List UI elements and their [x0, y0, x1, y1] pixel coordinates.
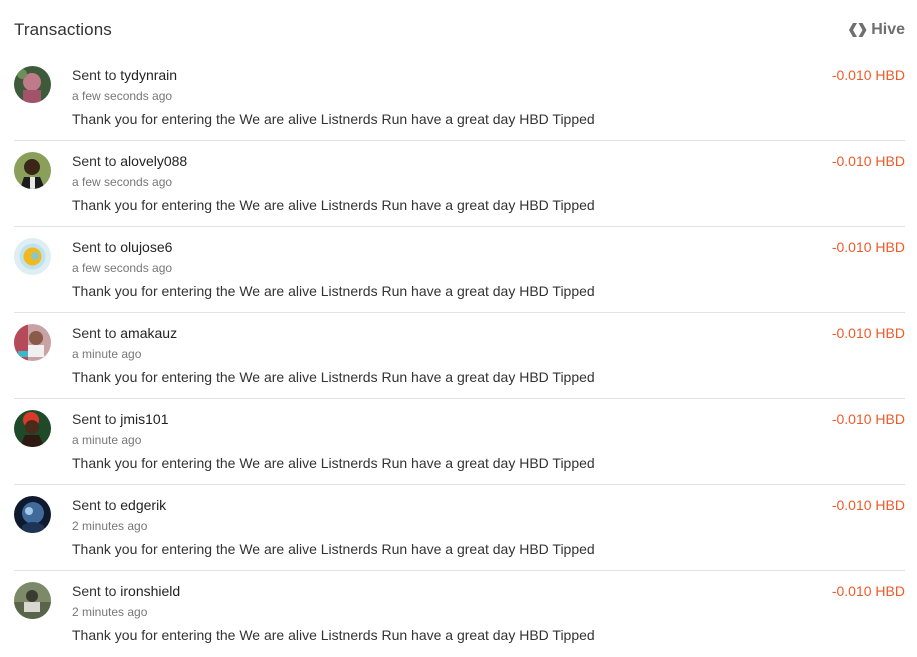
transaction-amount: -0.010 HBD: [831, 497, 905, 513]
transaction-prefix: Sent to: [72, 325, 117, 341]
transaction-recipient: Sent to ironshield: [72, 583, 180, 599]
transaction-time: 2 minutes ago: [72, 519, 148, 533]
transaction-row: Sent to amakauz a minute ago Thank you f…: [14, 313, 905, 399]
transaction-time: a few seconds ago: [72, 175, 173, 189]
recipient-username[interactable]: amakauz: [120, 325, 177, 341]
transaction-memo: Thank you for entering the We are alive …: [72, 111, 595, 127]
hive-logo-icon: [849, 22, 867, 38]
page-title: Transactions: [14, 20, 112, 39]
transaction-row: Sent to edgerik 2 minutes ago Thank you …: [14, 485, 905, 571]
transaction-memo: Thank you for entering the We are alive …: [72, 369, 595, 385]
transaction-time: a few seconds ago: [72, 89, 173, 103]
transaction-memo: Thank you for entering the We are alive …: [72, 283, 595, 299]
transaction-amount: -0.010 HBD: [831, 153, 905, 169]
transaction-recipient: Sent to jmis101: [72, 411, 169, 427]
transaction-list: Sent to tydynrain a few seconds ago Than…: [14, 55, 905, 657]
transaction-recipient: Sent to edgerik: [72, 497, 166, 513]
transaction-amount: -0.010 HBD: [831, 239, 905, 255]
transaction-time: a minute ago: [72, 433, 142, 447]
transaction-row: Sent to jmis101 a minute ago Thank you f…: [14, 399, 905, 485]
recipient-username[interactable]: jmis101: [120, 411, 168, 427]
transaction-prefix: Sent to: [72, 239, 117, 255]
transactions-header: Transactions Hive: [14, 18, 905, 42]
transaction-row: Sent to tydynrain a few seconds ago Than…: [14, 55, 905, 141]
transaction-row: Sent to olujose6 a few seconds ago Thank…: [14, 227, 905, 313]
recipient-username[interactable]: olujose6: [120, 239, 172, 255]
transaction-memo: Thank you for entering the We are alive …: [72, 197, 595, 213]
user-avatar[interactable]: [14, 324, 51, 361]
recipient-username[interactable]: ironshield: [120, 583, 180, 599]
transaction-recipient: Sent to olujose6: [72, 239, 172, 255]
transaction-recipient: Sent to amakauz: [72, 325, 177, 341]
transaction-memo: Thank you for entering the We are alive …: [72, 455, 595, 471]
transaction-row: Sent to alovely088 a few seconds ago Tha…: [14, 141, 905, 227]
transaction-prefix: Sent to: [72, 497, 117, 513]
transaction-time: a few seconds ago: [72, 261, 173, 275]
transaction-prefix: Sent to: [72, 67, 117, 83]
transaction-amount: -0.010 HBD: [831, 325, 905, 341]
hive-brand-label: Hive: [871, 21, 905, 38]
transaction-row: Sent to ironshield 2 minutes ago Thank y…: [14, 571, 905, 657]
transaction-prefix: Sent to: [72, 153, 117, 169]
transaction-time: 2 minutes ago: [72, 605, 148, 619]
transaction-prefix: Sent to: [72, 583, 117, 599]
hive-brand-link[interactable]: Hive: [849, 21, 905, 39]
transaction-recipient: Sent to tydynrain: [72, 67, 177, 83]
transaction-amount: -0.010 HBD: [831, 67, 905, 83]
user-avatar[interactable]: [14, 496, 51, 533]
transaction-amount: -0.010 HBD: [831, 583, 905, 599]
user-avatar[interactable]: [14, 152, 51, 189]
transaction-memo: Thank you for entering the We are alive …: [72, 627, 595, 643]
transaction-prefix: Sent to: [72, 411, 117, 427]
user-avatar[interactable]: [14, 582, 51, 619]
user-avatar[interactable]: [14, 238, 51, 275]
user-avatar[interactable]: [14, 66, 51, 103]
recipient-username[interactable]: tydynrain: [120, 67, 177, 83]
transaction-amount: -0.010 HBD: [831, 411, 905, 427]
transaction-memo: Thank you for entering the We are alive …: [72, 541, 595, 557]
user-avatar[interactable]: [14, 410, 51, 447]
transaction-recipient: Sent to alovely088: [72, 153, 187, 169]
recipient-username[interactable]: alovely088: [120, 153, 187, 169]
transaction-time: a minute ago: [72, 347, 142, 361]
recipient-username[interactable]: edgerik: [120, 497, 166, 513]
